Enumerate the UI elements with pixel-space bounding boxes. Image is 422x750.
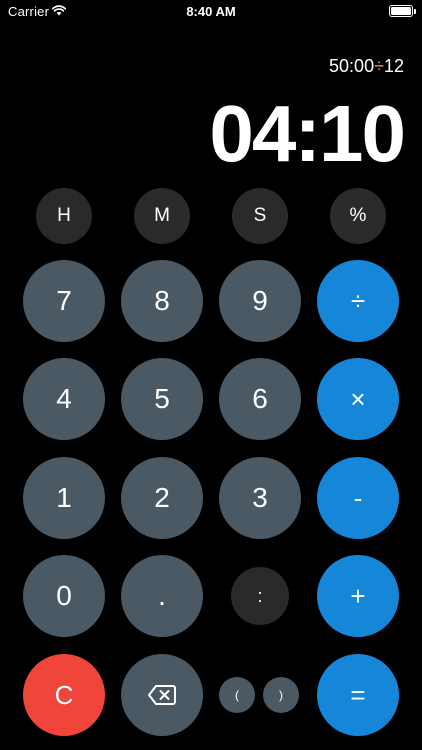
expression-operator: ÷ xyxy=(374,56,384,76)
expression-display: 50:00÷12 xyxy=(329,56,404,77)
seconds-button[interactable]: S xyxy=(232,188,288,244)
expression-right: 12 xyxy=(383,56,404,76)
subtract-button[interactable]: - xyxy=(317,457,399,539)
expression-left: 50:00 xyxy=(329,56,375,76)
open-paren-button[interactable]: ( xyxy=(219,677,255,713)
digit-5-button[interactable]: 5 xyxy=(121,358,203,440)
result-display: 04:10 xyxy=(209,89,406,178)
hours-button[interactable]: H xyxy=(36,188,92,244)
battery-tip xyxy=(414,8,416,14)
digit-6-button[interactable]: 6 xyxy=(219,358,301,440)
digit-3-button[interactable]: 3 xyxy=(219,457,301,539)
backspace-button[interactable] xyxy=(121,654,203,736)
status-bar: Carrier 8:40 AM xyxy=(0,0,422,24)
digit-4-button[interactable]: 4 xyxy=(23,358,105,440)
divide-button[interactable]: ÷ xyxy=(317,260,399,342)
minutes-button[interactable]: M xyxy=(134,188,190,244)
clear-button[interactable]: C xyxy=(23,654,105,736)
status-time: 8:40 AM xyxy=(186,4,236,19)
percent-button[interactable]: % xyxy=(330,188,386,244)
equals-button[interactable]: = xyxy=(317,654,399,736)
digit-8-button[interactable]: 8 xyxy=(121,260,203,342)
add-button[interactable]: + xyxy=(317,555,399,637)
backspace-icon xyxy=(148,685,176,705)
decimal-point-button[interactable]: . xyxy=(121,555,203,637)
digit-9-button[interactable]: 9 xyxy=(219,260,301,342)
close-paren-button[interactable]: ) xyxy=(263,677,299,713)
colon-button[interactable]: : xyxy=(231,567,289,625)
digit-2-button[interactable]: 2 xyxy=(121,457,203,539)
digit-7-button[interactable]: 7 xyxy=(23,260,105,342)
digit-1-button[interactable]: 1 xyxy=(23,457,105,539)
multiply-button[interactable]: × xyxy=(317,358,399,440)
digit-0-button[interactable]: 0 xyxy=(23,555,105,637)
battery-icon xyxy=(389,5,413,17)
